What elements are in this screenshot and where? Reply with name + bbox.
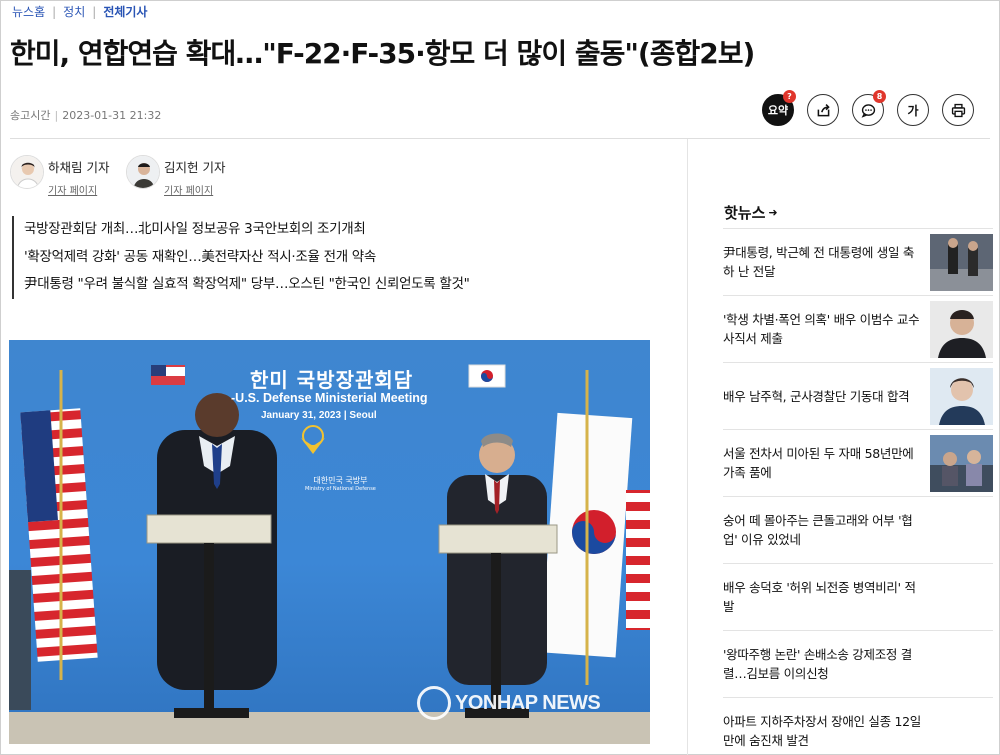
hot-news-item[interactable]: 숭어 떼 몰아주는 큰돌고래와 어부 '협업' 이유 있었네 bbox=[723, 496, 993, 563]
print-icon bbox=[951, 103, 965, 117]
breadcrumb: 뉴스홈 | 정치 | 전체기사 bbox=[12, 3, 147, 20]
hot-news-item[interactable]: 서울 전차서 미아된 두 자매 58년만에 가족 품에 bbox=[723, 429, 993, 496]
reporter-name: 하채림 기자 bbox=[48, 160, 110, 175]
hot-news-headline[interactable]: '왕따주행 논란' 손배소송 강제조정 결렬…김보름 이의신청 bbox=[723, 645, 923, 683]
hot-news-list: 尹대통령, 박근혜 전 대통령에 생일 축하 난 전달 '학생 차별·폭언 의혹… bbox=[723, 228, 993, 755]
hot-news-headline[interactable]: 숭어 떼 몰아주는 큰돌고래와 어부 '협업' 이유 있었네 bbox=[723, 511, 923, 549]
hot-news-title[interactable]: 핫뉴스 ➜ bbox=[724, 202, 778, 223]
comment-button[interactable]: 8 bbox=[852, 90, 886, 126]
arrow-right-icon: ➜ bbox=[768, 206, 778, 219]
hot-news-thumbnail[interactable] bbox=[930, 233, 993, 291]
breadcrumb-separator: | bbox=[92, 4, 97, 19]
hot-news-headline[interactable]: '학생 차별·폭언 의혹' 배우 이범수 교수 사직서 제출 bbox=[723, 310, 923, 348]
hot-news-headline[interactable]: 아파트 지하주차장서 장애인 실종 12일만에 숨진채 발견 bbox=[723, 712, 923, 750]
breadcrumb-home[interactable]: 뉴스홈 bbox=[12, 3, 45, 20]
hot-news-item[interactable]: 尹대통령, 박근혜 전 대통령에 생일 축하 난 전달 bbox=[723, 228, 993, 295]
summary-button[interactable]: 요약 ? bbox=[762, 90, 796, 126]
article-toolbar: 요약 ? 8 가 bbox=[762, 90, 974, 126]
breadcrumb-current[interactable]: 전체기사 bbox=[103, 3, 147, 20]
hot-news-item[interactable]: '학생 차별·폭언 의혹' 배우 이범수 교수 사직서 제출 bbox=[723, 295, 993, 362]
ministry-en: Ministry of National Defense bbox=[305, 486, 376, 492]
subheadline-list: 국방장관회담 개최…北미사일 정보공유 3국안보회의 조기개최 '확장억제력 강… bbox=[12, 216, 470, 299]
hot-news-item[interactable]: 아파트 지하주차장서 장애인 실종 12일만에 숨진채 발견 bbox=[723, 697, 993, 755]
article-headline: 한미, 연합연습 확대…"F-22·F-35·항모 더 많이 출동"(종합2보) bbox=[10, 37, 755, 70]
ministry-label: 대한민국 국방부 Ministry of National Defense bbox=[305, 475, 376, 492]
column-divider bbox=[687, 139, 688, 755]
reporter-page-link[interactable]: 기자 페이지 bbox=[48, 182, 109, 197]
subheadline: 국방장관회담 개최…北미사일 정보공유 3국안보회의 조기개최 bbox=[24, 221, 366, 237]
reporter-page-link[interactable]: 기자 페이지 bbox=[164, 182, 225, 197]
reporter-avatar bbox=[10, 155, 44, 189]
font-size-label: 가 bbox=[907, 103, 919, 118]
font-size-button[interactable]: 가 bbox=[897, 94, 929, 126]
print-button[interactable] bbox=[942, 94, 974, 126]
article-timestamp: 2023-01-31 21:32 bbox=[62, 109, 162, 122]
subheadline: 尹대통령 "우려 불식할 실효적 확장억제" 당부…오스틴 "한국인 신뢰얻도록… bbox=[24, 276, 470, 292]
hot-news-headline[interactable]: 배우 송덕호 '허위 뇌전증 병역비리' 적발 bbox=[723, 578, 923, 616]
share-button[interactable] bbox=[807, 94, 839, 126]
breadcrumb-section[interactable]: 정치 bbox=[63, 3, 85, 20]
reporter-card[interactable]: 하채림 기자 기자 페이지 bbox=[10, 153, 109, 197]
hot-news-headline[interactable]: 尹대통령, 박근혜 전 대통령에 생일 축하 난 전달 bbox=[723, 243, 923, 281]
comment-icon bbox=[861, 103, 875, 118]
time-label: 송고시간 bbox=[10, 109, 51, 122]
summary-label: 요약 bbox=[767, 104, 789, 117]
ministry-kr: 대한민국 국방부 bbox=[313, 476, 368, 485]
hot-news-headline[interactable]: 서울 전차서 미아된 두 자매 58년만에 가족 품에 bbox=[723, 444, 923, 482]
article-meta: 송고시간 | 2023-01-31 21:32 bbox=[10, 107, 161, 123]
yonhap-watermark: YONHAP NEWS bbox=[417, 686, 601, 720]
hot-news-label: 핫뉴스 bbox=[724, 204, 766, 222]
meta-separator: | bbox=[54, 109, 59, 122]
share-icon bbox=[817, 103, 830, 116]
reporter-card[interactable]: 김지헌 기자 기자 페이지 bbox=[126, 153, 225, 197]
hot-news-thumbnail[interactable] bbox=[930, 434, 993, 492]
hot-news-item[interactable]: 배우 남주혁, 군사경찰단 기동대 합격 bbox=[723, 362, 993, 429]
yonhap-logo-icon bbox=[417, 686, 451, 720]
watermark-text: YONHAP NEWS bbox=[455, 691, 601, 714]
hot-news-item[interactable]: '왕따주행 논란' 손배소송 강제조정 결렬…김보름 이의신청 bbox=[723, 630, 993, 697]
subheadline: '확장억제력 강화' 공동 재확인…美전략자산 적시·조율 전개 약속 bbox=[24, 248, 377, 265]
header-divider bbox=[10, 138, 990, 139]
hot-news-thumbnail[interactable] bbox=[930, 367, 993, 425]
backdrop-date: January 31, 2023 | Seoul bbox=[261, 410, 377, 421]
hot-news-headline[interactable]: 배우 남주혁, 군사경찰단 기동대 합격 bbox=[723, 387, 923, 406]
hot-news-item[interactable]: 배우 송덕호 '허위 뇌전증 병역비리' 적발 bbox=[723, 563, 993, 630]
backdrop-subtitle: -U.S. Defense Ministerial Meeting bbox=[231, 391, 428, 405]
backdrop-title: 한미 국방장관회담 bbox=[250, 368, 414, 392]
summary-badge: ? bbox=[783, 90, 796, 103]
breadcrumb-separator: | bbox=[52, 4, 57, 19]
article-photo[interactable]: 한미 국방장관회담 -U.S. Defense Ministerial Meet… bbox=[9, 340, 650, 744]
reporter-avatar bbox=[126, 155, 160, 189]
reporter-name: 김지헌 기자 bbox=[164, 160, 226, 175]
hot-news-thumbnail[interactable] bbox=[930, 300, 993, 358]
comment-count-badge: 8 bbox=[873, 90, 886, 103]
